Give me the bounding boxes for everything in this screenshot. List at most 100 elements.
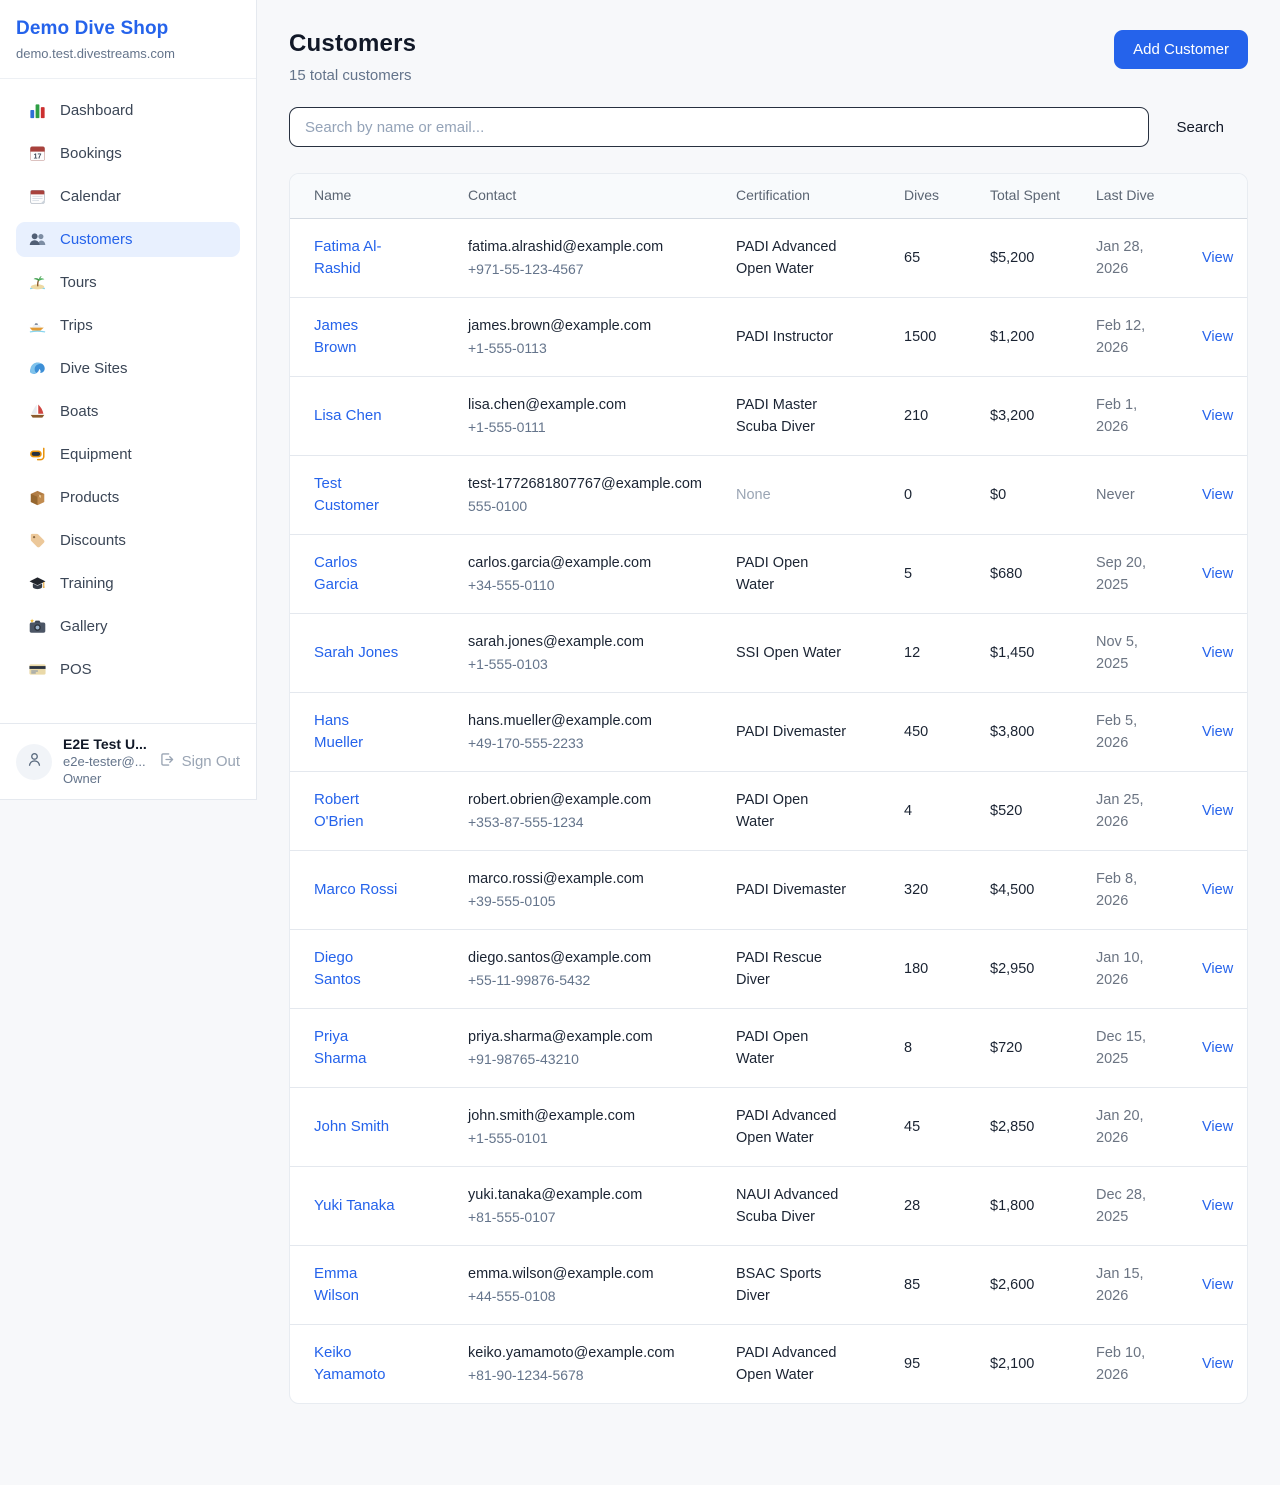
customer-name-link[interactable]: Fatima Al-Rashid (314, 236, 402, 280)
add-customer-button[interactable]: Add Customer (1114, 30, 1248, 69)
customer-email: emma.wilson@example.com (468, 1263, 704, 1285)
wave-icon (28, 359, 47, 378)
customer-phone: +81-90-1234-5678 (468, 1364, 704, 1386)
customer-name-link[interactable]: Hans Mueller (314, 710, 402, 754)
table-row: Sarah Jonessarah.jones@example.com+1-555… (290, 614, 1247, 693)
customer-last-dive: Dec 15, 2025 (1096, 1026, 1158, 1070)
customer-name-link[interactable]: Emma Wilson (314, 1263, 402, 1307)
speedboat-icon (28, 316, 47, 335)
search-button[interactable]: Search (1149, 119, 1248, 136)
customer-name-link[interactable]: Carlos Garcia (314, 552, 402, 596)
sidebar-item-tours[interactable]: Tours (16, 265, 240, 300)
customer-name-link[interactable]: Lisa Chen (314, 405, 382, 427)
view-customer-link[interactable]: View (1202, 408, 1233, 424)
customer-name-link[interactable]: Yuki Tanaka (314, 1195, 395, 1217)
table-row: Marco Rossimarco.rossi@example.com+39-55… (290, 851, 1247, 930)
view-customer-link[interactable]: View (1202, 566, 1233, 582)
view-customer-link[interactable]: View (1202, 961, 1233, 977)
customer-certification: NAUI Advanced Scuba Diver (736, 1184, 850, 1228)
customer-dives: 0 (904, 487, 912, 503)
customer-total-spent: $1,200 (990, 329, 1034, 345)
customer-email: yuki.tanaka@example.com (468, 1184, 704, 1206)
view-customer-link[interactable]: View (1202, 487, 1233, 503)
main-content: Customers 15 total customers Add Custome… (257, 0, 1280, 1434)
customer-last-dive: Never (1096, 484, 1135, 506)
calendar-pad-icon (28, 187, 47, 206)
customer-name-link[interactable]: Diego Santos (314, 947, 402, 991)
svg-text:17: 17 (34, 152, 42, 160)
search-input[interactable] (289, 107, 1149, 147)
view-customer-link[interactable]: View (1202, 329, 1233, 345)
customer-name-link[interactable]: Priya Sharma (314, 1026, 402, 1070)
customer-name-link[interactable]: Test Customer (314, 473, 402, 517)
column-header-contact: Contact (452, 174, 720, 219)
sidebar-item-boats[interactable]: Boats (16, 394, 240, 429)
view-customer-link[interactable]: View (1202, 803, 1233, 819)
sign-out-button[interactable]: Sign Out (158, 751, 240, 772)
sidebar-item-calendar[interactable]: Calendar (16, 179, 240, 214)
customer-dives: 8 (904, 1040, 912, 1056)
customer-last-dive: Jan 10, 2026 (1096, 947, 1158, 991)
customers-table-card: Name Contact Certification Dives Total S… (289, 173, 1248, 1404)
customer-email: fatima.alrashid@example.com (468, 236, 704, 258)
customer-name-link[interactable]: Keiko Yamamoto (314, 1342, 402, 1386)
sidebar-item-dashboard[interactable]: Dashboard (16, 93, 240, 128)
sidebar-item-gallery[interactable]: Gallery (16, 609, 240, 644)
customer-total-spent: $680 (990, 566, 1022, 582)
customer-email: priya.sharma@example.com (468, 1026, 704, 1048)
table-row: Yuki Tanakayuki.tanaka@example.com+81-55… (290, 1167, 1247, 1246)
view-customer-link[interactable]: View (1202, 250, 1233, 266)
sidebar-item-dive-sites[interactable]: Dive Sites (16, 351, 240, 386)
view-customer-link[interactable]: View (1202, 1040, 1233, 1056)
customer-certification: PADI Rescue Diver (736, 947, 850, 991)
sidebar-item-equipment[interactable]: Equipment (16, 437, 240, 472)
customer-certification: PADI Advanced Open Water (736, 236, 850, 280)
column-header-dives: Dives (888, 174, 974, 219)
sidebar-item-label: Trips (60, 317, 93, 334)
customer-name-link[interactable]: John Smith (314, 1116, 389, 1138)
customer-total-spent: $3,800 (990, 724, 1034, 740)
page-header: Customers 15 total customers Add Custome… (289, 30, 1248, 84)
view-customer-link[interactable]: View (1202, 1356, 1233, 1372)
table-row: Lisa Chenlisa.chen@example.com+1-555-011… (290, 377, 1247, 456)
customer-name-link[interactable]: Sarah Jones (314, 642, 398, 664)
view-customer-link[interactable]: View (1202, 1198, 1233, 1214)
sidebar-item-training[interactable]: Training (16, 566, 240, 601)
customer-name-link[interactable]: James Brown (314, 315, 402, 359)
view-customer-link[interactable]: View (1202, 724, 1233, 740)
customer-name-link[interactable]: Robert O'Brien (314, 789, 402, 833)
sidebar-item-products[interactable]: Products (16, 480, 240, 515)
customer-email: james.brown@example.com (468, 315, 704, 337)
view-customer-link[interactable]: View (1202, 1277, 1233, 1293)
customer-dives: 450 (904, 724, 928, 740)
customer-email: hans.mueller@example.com (468, 710, 704, 732)
customer-email: marco.rossi@example.com (468, 868, 704, 890)
sidebar-nav: Dashboard 17Bookings Calendar Customers Tour… (0, 79, 256, 723)
customer-certification: PADI Open Water (736, 789, 850, 833)
sidebar-item-pos[interactable]: POS (16, 652, 240, 687)
view-customer-link[interactable]: View (1202, 1119, 1233, 1135)
view-customer-link[interactable]: View (1202, 645, 1233, 661)
customer-last-dive: Jan 25, 2026 (1096, 789, 1158, 833)
sidebar-item-trips[interactable]: Trips (16, 308, 240, 343)
sign-out-label: Sign Out (182, 753, 240, 770)
customer-last-dive: Feb 5, 2026 (1096, 710, 1158, 754)
customer-last-dive: Jan 28, 2026 (1096, 236, 1158, 280)
customer-total-spent: $2,950 (990, 961, 1034, 977)
sidebar-item-customers[interactable]: Customers (16, 222, 240, 257)
customer-phone: +44-555-0108 (468, 1285, 704, 1307)
customer-name-link[interactable]: Marco Rossi (314, 879, 397, 901)
customer-certification: PADI Divemaster (736, 721, 846, 743)
customer-phone: +1-555-0113 (468, 337, 704, 359)
customer-total-spent: $2,100 (990, 1356, 1034, 1372)
sidebar-item-bookings[interactable]: 17Bookings (16, 136, 240, 171)
sidebar-item-discounts[interactable]: Discounts (16, 523, 240, 558)
customer-dives: 45 (904, 1119, 920, 1135)
customer-total-spent: $5,200 (990, 250, 1034, 266)
table-row: Keiko Yamamoto keiko.yamamoto@example.com… (290, 1325, 1247, 1404)
customer-dives: 95 (904, 1356, 920, 1372)
customer-email: keiko.yamamoto@example.com (468, 1342, 704, 1364)
view-customer-link[interactable]: View (1202, 882, 1233, 898)
customer-dives: 28 (904, 1198, 920, 1214)
customer-dives: 320 (904, 882, 928, 898)
